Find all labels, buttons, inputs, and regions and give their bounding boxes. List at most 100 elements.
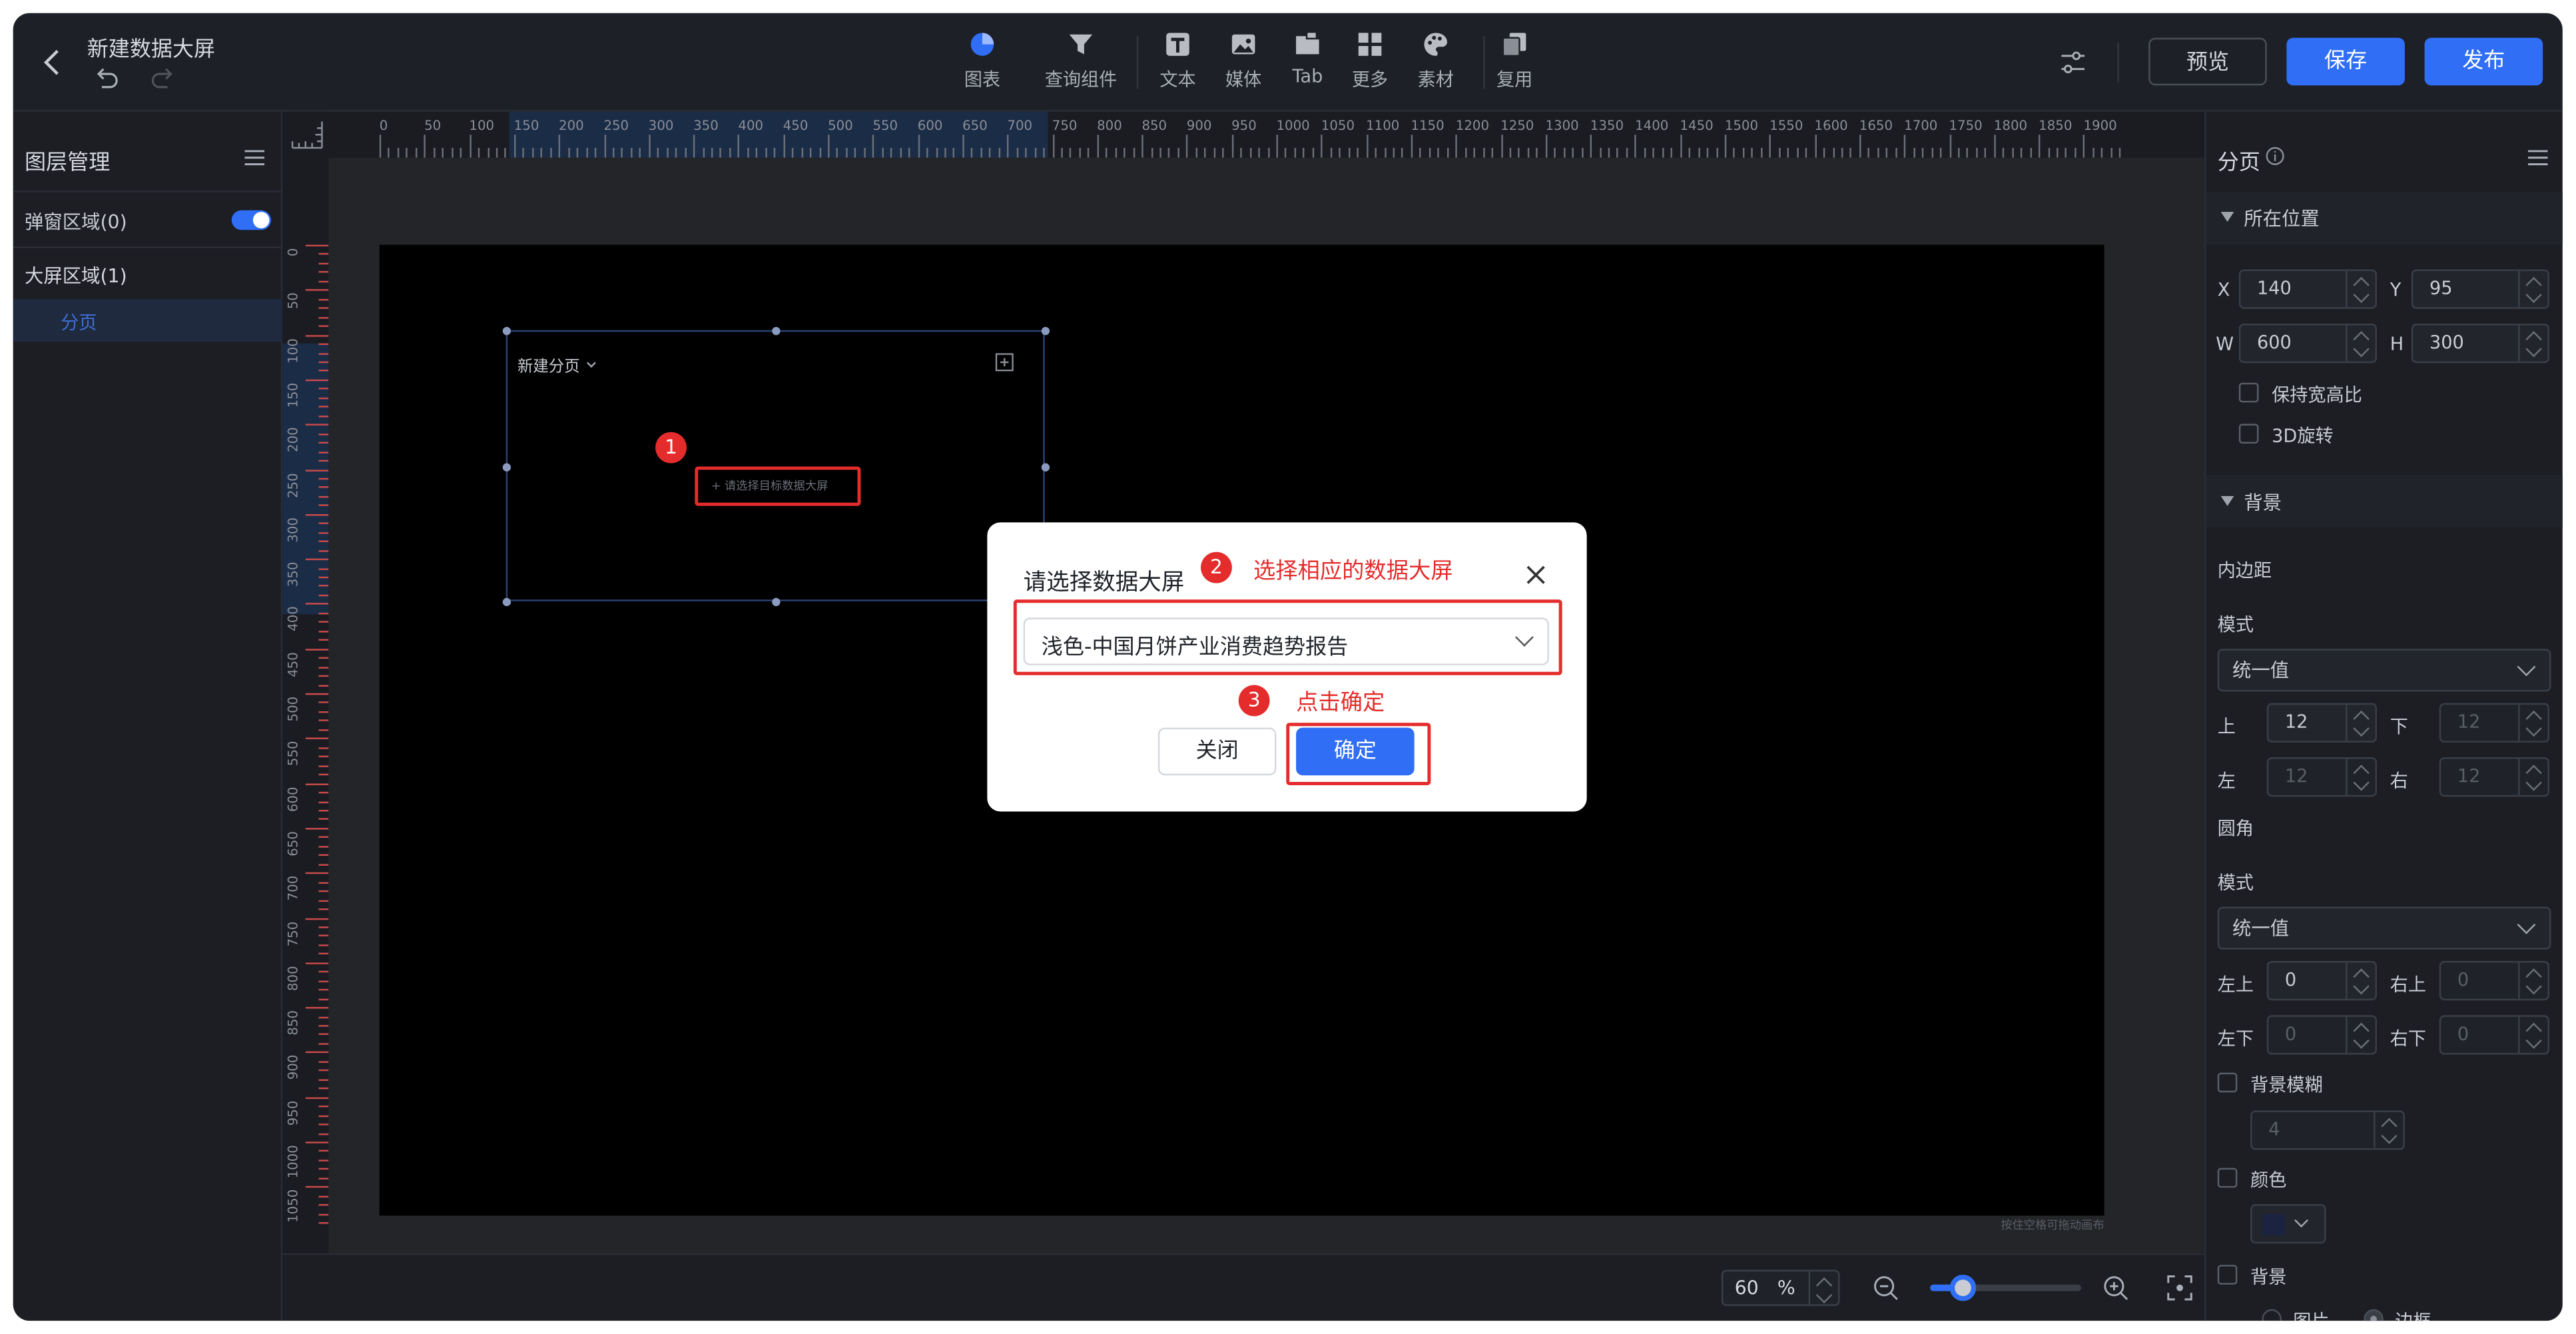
page-widget[interactable]: 新建分页 + 请选择目标数据大屏	[505, 330, 1045, 601]
ruler-tick	[1993, 135, 1996, 158]
ruler-tick	[305, 693, 329, 695]
dialog-close-button[interactable]: 关闭	[1157, 727, 1277, 776]
add-page-icon[interactable]	[995, 353, 1014, 372]
ruler-tick	[1931, 147, 1933, 158]
y-input[interactable]: 95	[2411, 269, 2550, 309]
menu-icon[interactable]	[2527, 149, 2548, 166]
padding-right-input[interactable]: 12	[2439, 757, 2550, 797]
ruler-tick	[318, 1124, 329, 1126]
zoom-slider-handle[interactable]	[1950, 1275, 1977, 1301]
background-checkbox[interactable]	[2217, 1265, 2238, 1285]
resize-handle[interactable]	[1041, 326, 1050, 336]
annotation-box-confirm	[1286, 723, 1431, 785]
menu-icon[interactable]	[244, 149, 265, 166]
toolbar-divider	[2117, 43, 2119, 83]
ruler-top-label: 650	[962, 118, 988, 133]
padding-top-input[interactable]: 12	[2266, 703, 2378, 743]
ruler-tick	[998, 147, 1000, 158]
resize-handle[interactable]	[772, 326, 781, 336]
ruler-tick	[1097, 135, 1099, 158]
ruler-tick	[318, 576, 329, 579]
color-checkbox[interactable]	[2217, 1167, 2238, 1188]
app-root: 新建数据大屏 图表 查询组件 文本 媒体 Tab 更多 素材 复用 预览 保存 …	[0, 0, 2576, 1334]
bg-blur-checkbox[interactable]	[2217, 1072, 2238, 1093]
ruler-tick	[318, 971, 329, 973]
settings-sliders-icon[interactable]	[2059, 49, 2088, 75]
ruler-tick	[1168, 147, 1171, 158]
tool-query[interactable]: 查询组件	[1042, 29, 1120, 92]
radius-br-input[interactable]: 0	[2439, 1015, 2550, 1055]
ruler-tick	[1016, 147, 1018, 158]
tool-more[interactable]: 更多	[1332, 29, 1407, 92]
section-background[interactable]: 背景	[2206, 474, 2563, 527]
preview-button[interactable]: 预览	[2148, 37, 2267, 86]
h-input[interactable]: 300	[2411, 323, 2550, 364]
border-radio[interactable]	[2364, 1309, 2384, 1321]
ruler-icon[interactable]	[291, 120, 324, 149]
fit-screen-icon[interactable]	[2166, 1275, 2192, 1301]
save-button[interactable]: 保存	[2286, 37, 2405, 86]
zoom-out-icon[interactable]	[1873, 1275, 1899, 1301]
info-icon[interactable]	[2265, 147, 2285, 167]
ruler-tick	[1698, 147, 1700, 158]
ruler-tick	[1895, 147, 1897, 158]
radius-mode-select[interactable]: 统一值	[2217, 906, 2551, 950]
bg-blur-input[interactable]: 4	[2250, 1110, 2405, 1150]
ruler-top-label: 800	[1097, 118, 1122, 133]
back-arrow-icon[interactable]	[41, 48, 61, 77]
ruler-tick	[1904, 135, 1906, 158]
color-picker[interactable]	[2250, 1203, 2326, 1244]
tool-material[interactable]: 素材	[1398, 29, 1473, 92]
popup-area-toggle[interactable]	[231, 210, 271, 230]
ruler-tick	[1841, 147, 1843, 158]
padding-left-input[interactable]: 12	[2266, 757, 2378, 797]
tool-chart[interactable]: 图表	[944, 29, 1020, 92]
radius-tl-input[interactable]: 0	[2266, 960, 2378, 1001]
ruler-tick	[1859, 135, 1861, 158]
ruler-tick	[1132, 147, 1135, 158]
ruler-tick	[2021, 147, 2023, 158]
tool-reuse[interactable]: 复用	[1476, 29, 1552, 92]
zoom-slider-track[interactable]	[1930, 1275, 2082, 1301]
ruler-tick	[935, 147, 938, 158]
ruler-tick	[1402, 147, 1404, 158]
caret-down-icon	[2220, 496, 2234, 506]
zoom-in-icon[interactable]	[2102, 1275, 2128, 1301]
zoom-input[interactable]: 60 %	[1721, 1269, 1840, 1306]
x-input[interactable]: 140	[2238, 269, 2378, 309]
padding-bottom-input[interactable]: 12	[2439, 703, 2550, 743]
section-position[interactable]: 所在位置	[2206, 192, 2563, 245]
close-icon[interactable]	[1526, 565, 1546, 585]
ruler-tick	[318, 262, 329, 264]
tool-text[interactable]: 文本	[1140, 29, 1215, 92]
layer-item-page[interactable]: 分页	[13, 298, 283, 342]
redo-icon[interactable]	[149, 67, 175, 91]
ruler-tick	[828, 135, 830, 158]
ruler-tick	[711, 147, 713, 158]
ruler-tick	[305, 648, 329, 650]
ruler-tick	[318, 657, 329, 659]
padding-mode-select[interactable]: 统一值	[2217, 649, 2551, 692]
rotate3d-checkbox[interactable]	[2238, 424, 2259, 444]
ruler-tick	[1258, 147, 1260, 158]
w-input[interactable]: 600	[2238, 323, 2378, 364]
ruler-tick	[890, 147, 892, 158]
undo-icon[interactable]	[94, 67, 120, 91]
image-radio[interactable]	[2262, 1309, 2282, 1321]
publish-button[interactable]: 发布	[2424, 37, 2543, 86]
keep-ratio-checkbox[interactable]	[2238, 382, 2259, 403]
resize-handle[interactable]	[502, 597, 511, 607]
ruler-tick	[318, 765, 329, 767]
chevron-down-icon[interactable]	[586, 358, 596, 368]
ruler-left-label: 850	[286, 1010, 301, 1036]
ruler-tick	[1455, 135, 1458, 158]
ruler-tick	[1088, 147, 1090, 158]
ruler-tick	[1957, 147, 1960, 158]
zoom-stepper[interactable]	[1808, 1271, 1838, 1305]
radius-bl-input[interactable]: 0	[2266, 1015, 2378, 1055]
ruler-tick	[818, 147, 821, 158]
resize-handle[interactable]	[772, 597, 781, 607]
resize-handle[interactable]	[502, 326, 511, 336]
ruler-tick	[318, 325, 329, 328]
radius-tr-input[interactable]: 0	[2439, 960, 2550, 1001]
